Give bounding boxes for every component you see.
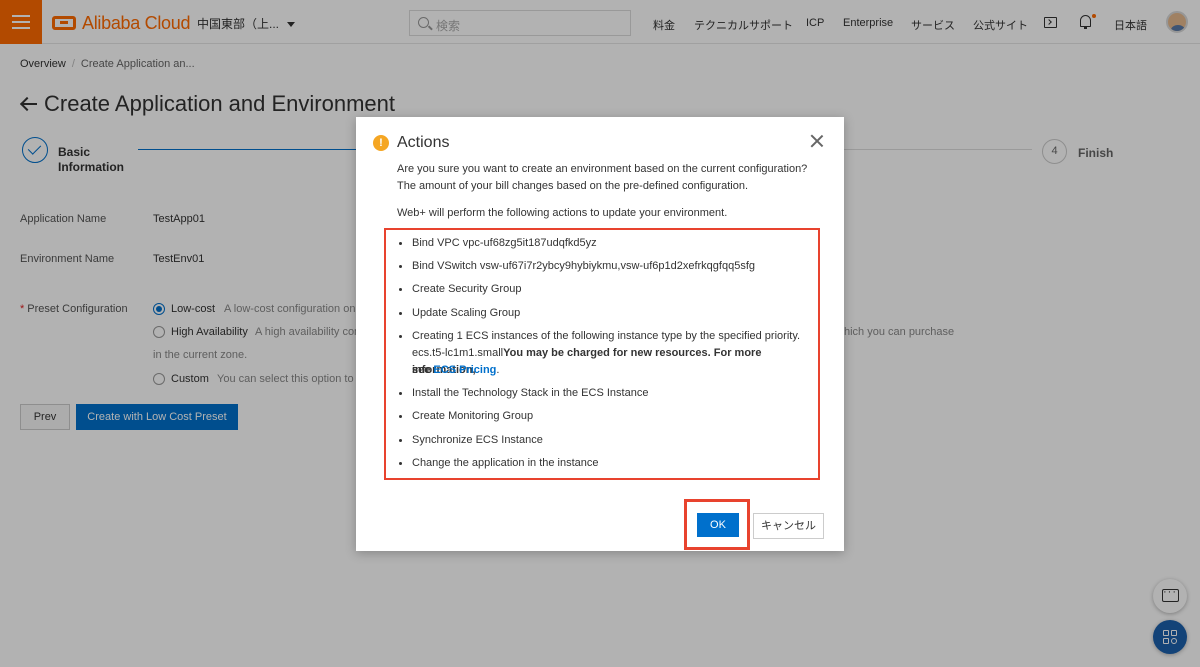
action-create-security-group: Create Security Group [398, 281, 521, 298]
ok-button[interactable]: OK [697, 513, 739, 537]
dialog-message-line3: Web+ will perform the following actions … [397, 207, 728, 219]
dialog-message-line2: The amount of your bill changes based on… [397, 180, 749, 192]
ecs-pricing-link[interactable]: ECS Pricing [433, 364, 496, 376]
action-update-scaling-group: Update Scaling Group [398, 305, 520, 322]
ecs-pricing-line: see ECS Pricing. [412, 362, 812, 379]
action-install-technology-stack: Install the Technology Stack in the ECS … [398, 385, 648, 402]
actions-list-highlight: Bind VPC vpc-uf68zg5it187udqfkd5yz Bind … [384, 228, 820, 480]
dialog-title: Actions [397, 134, 450, 151]
action-bind-vpc: Bind VPC vpc-uf68zg5it187udqfkd5yz [399, 235, 597, 252]
ecs-period: . [496, 364, 500, 376]
warning-icon: ! [373, 135, 389, 151]
action-bind-vswitch: Bind VSwitch vsw-uf67i7r2ybcy9hybiykmu,v… [399, 258, 755, 275]
action-synchronize-ecs-instance: Synchronize ECS Instance [399, 432, 543, 449]
action-change-application: Change the application in the instance [399, 455, 599, 472]
cancel-button[interactable]: キャンセル [753, 513, 824, 539]
action-create-monitoring-group: Create Monitoring Group [398, 408, 533, 425]
ecs-instance-type: ecs.t5-lc1m1.small [412, 347, 504, 359]
ecs-see-text: see [412, 364, 434, 376]
action-create-ecs-instances: Creating 1 ECS instances of the followin… [398, 328, 800, 345]
dialog-message-line1: Are you sure you want to create an envir… [397, 163, 808, 175]
close-icon[interactable] [810, 134, 824, 148]
actions-dialog: ! Actions Are you sure you want to creat… [356, 117, 844, 551]
